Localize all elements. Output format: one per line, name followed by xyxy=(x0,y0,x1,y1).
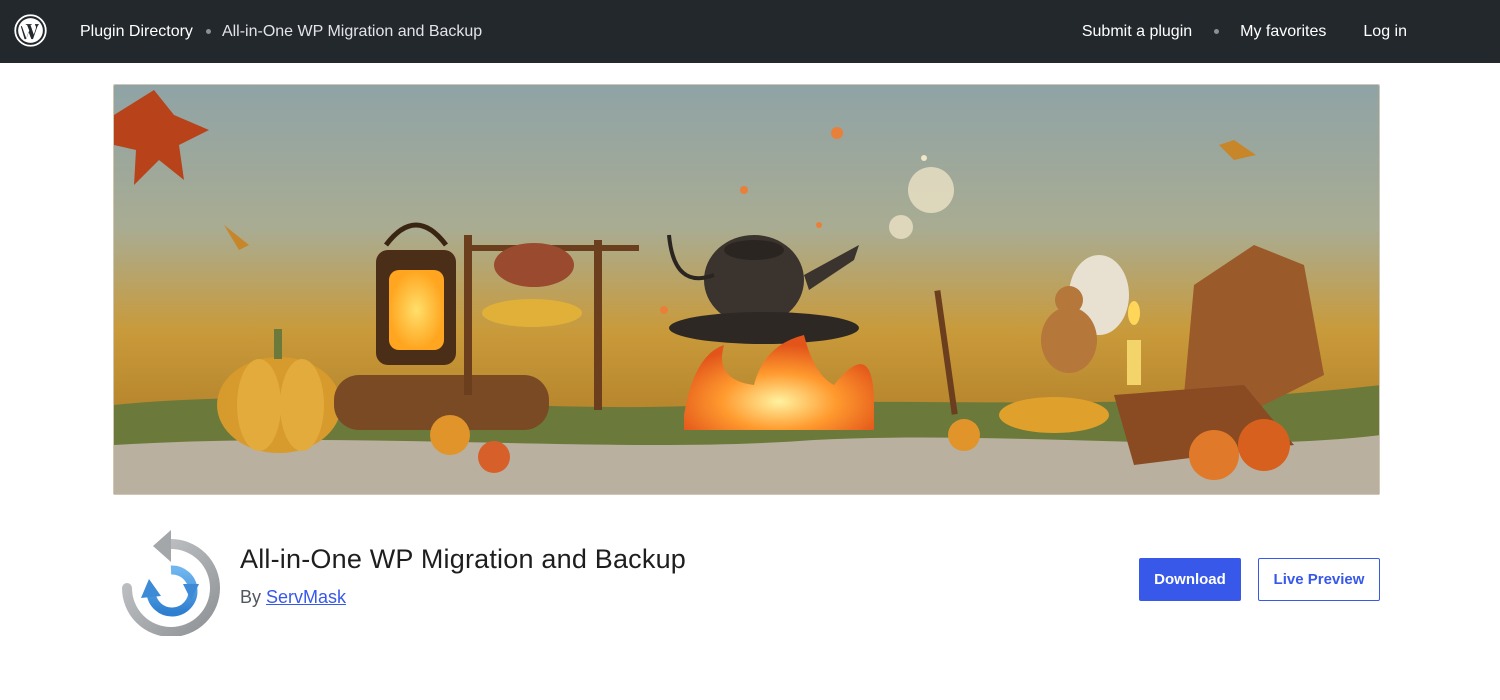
top-navigation: Submit a plugin My favorites Log in xyxy=(1082,0,1407,63)
breadcrumb-current-page: All-in-One WP Migration and Backup xyxy=(221,22,483,40)
breadcrumb: Plugin Directory All-in-One WP Migration… xyxy=(80,0,482,63)
plugin-title: All-in-One WP Migration and Backup xyxy=(240,544,686,574)
breadcrumb-separator xyxy=(205,29,211,34)
author-link[interactable]: ServMask xyxy=(266,587,346,607)
circular-arrow-migration-icon xyxy=(122,530,220,636)
my-favorites-link[interactable]: My favorites xyxy=(1240,23,1326,41)
live-preview-button[interactable]: Live Preview xyxy=(1258,558,1380,601)
breadcrumb-plugin-directory[interactable]: Plugin Directory xyxy=(80,23,193,41)
wordpress-logo-icon[interactable] xyxy=(14,14,47,47)
submit-plugin-link[interactable]: Submit a plugin xyxy=(1082,23,1192,41)
global-header: Plugin Directory All-in-One WP Migration… xyxy=(0,0,1500,63)
plugin-author-line: By ServMask xyxy=(240,587,346,608)
download-button[interactable]: Download xyxy=(1139,558,1241,601)
nav-separator xyxy=(1214,29,1220,34)
login-link[interactable]: Log in xyxy=(1363,23,1407,41)
banner-illustration xyxy=(114,85,1379,494)
plugin-banner xyxy=(113,84,1380,495)
author-prefix: By xyxy=(240,587,267,607)
